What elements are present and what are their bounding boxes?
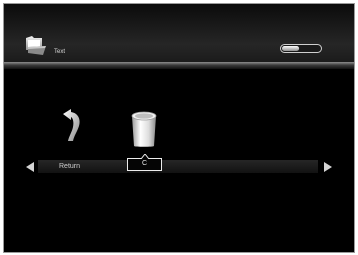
menu-item-selected[interactable]: C: [127, 159, 162, 169]
header-title: Text: [54, 49, 66, 55]
menu-item-return[interactable]: Return: [59, 162, 80, 171]
battery-icon: [280, 44, 322, 53]
trash-bin-icon[interactable]: [129, 110, 159, 148]
header-bar: Text: [4, 4, 354, 62]
battery-level-fill: [282, 46, 300, 51]
chevron-left-icon[interactable]: [25, 161, 35, 173]
chevron-right-icon[interactable]: [323, 161, 333, 173]
header-divider: [4, 62, 354, 69]
folder-icon: [26, 36, 46, 55]
screen: Text: [3, 3, 355, 253]
return-arrow-icon[interactable]: [60, 108, 82, 142]
